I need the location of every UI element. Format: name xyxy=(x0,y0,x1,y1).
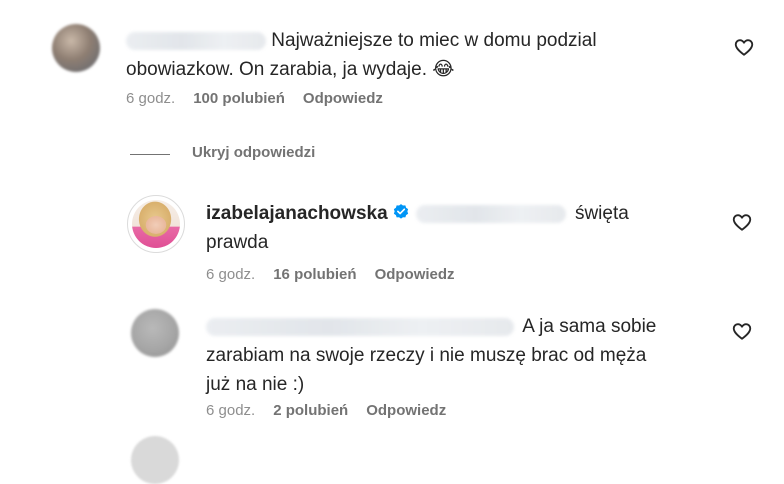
blurred-username[interactable] xyxy=(126,31,266,50)
reply-meta: 6 godz. 2 polubień Odpowiedz xyxy=(206,402,446,419)
likes-count[interactable]: 2 polubień xyxy=(273,402,348,419)
heart-outline-icon[interactable] xyxy=(731,320,753,342)
likes-count[interactable]: 100 polubień xyxy=(193,90,285,107)
reply-meta: 6 godz. 16 polubień Odpowiedz xyxy=(206,266,455,283)
reply-button[interactable]: Odpowiedz xyxy=(303,90,383,107)
blurred-username[interactable] xyxy=(206,317,514,336)
verified-badge-icon xyxy=(393,204,408,219)
reply-time: 6 godz. xyxy=(206,266,256,283)
reply-time: 6 godz. xyxy=(206,402,256,419)
profile-photo xyxy=(132,200,180,248)
laughing-emoji-icon: 😂 xyxy=(432,59,455,80)
reply-text-line-3: już na nie :) xyxy=(206,374,305,395)
commenter-avatar[interactable] xyxy=(52,24,100,72)
comment-body: Najważniejsze to miec w domu podzial obo… xyxy=(126,26,686,84)
next-reply-avatar[interactable] xyxy=(131,436,179,484)
reply-text-inline: święta xyxy=(574,203,629,224)
reply-body: A ja sama sobie zarabiam na swoje rzeczy… xyxy=(206,312,716,399)
heart-outline-icon[interactable] xyxy=(733,36,755,58)
reply-button[interactable]: Odpowiedz xyxy=(366,402,446,419)
comment-meta: 6 godz. 100 polubień Odpowiedz xyxy=(126,90,383,107)
heart-outline-icon[interactable] xyxy=(731,211,753,233)
blurred-mention[interactable] xyxy=(415,204,566,223)
reply-text-rest: prawda xyxy=(206,232,269,253)
reply-username[interactable]: izabelajanachowska xyxy=(206,203,388,224)
reply-text-line-2: zarabiam na swoje rzeczy i nie muszę bra… xyxy=(206,345,647,366)
reply-button[interactable]: Odpowiedz xyxy=(375,266,455,283)
comment-time: 6 godz. xyxy=(126,90,176,107)
replies-divider xyxy=(130,154,170,155)
likes-count[interactable]: 16 polubień xyxy=(273,266,356,283)
hide-replies-button[interactable]: Ukryj odpowiedzi xyxy=(192,144,315,161)
reply-avatar[interactable] xyxy=(131,309,179,357)
reply-text-inline: A ja sama sobie xyxy=(522,316,657,337)
reply-avatar-ring[interactable] xyxy=(127,195,185,253)
reply-body: izabelajanachowska święta prawda xyxy=(206,199,696,257)
